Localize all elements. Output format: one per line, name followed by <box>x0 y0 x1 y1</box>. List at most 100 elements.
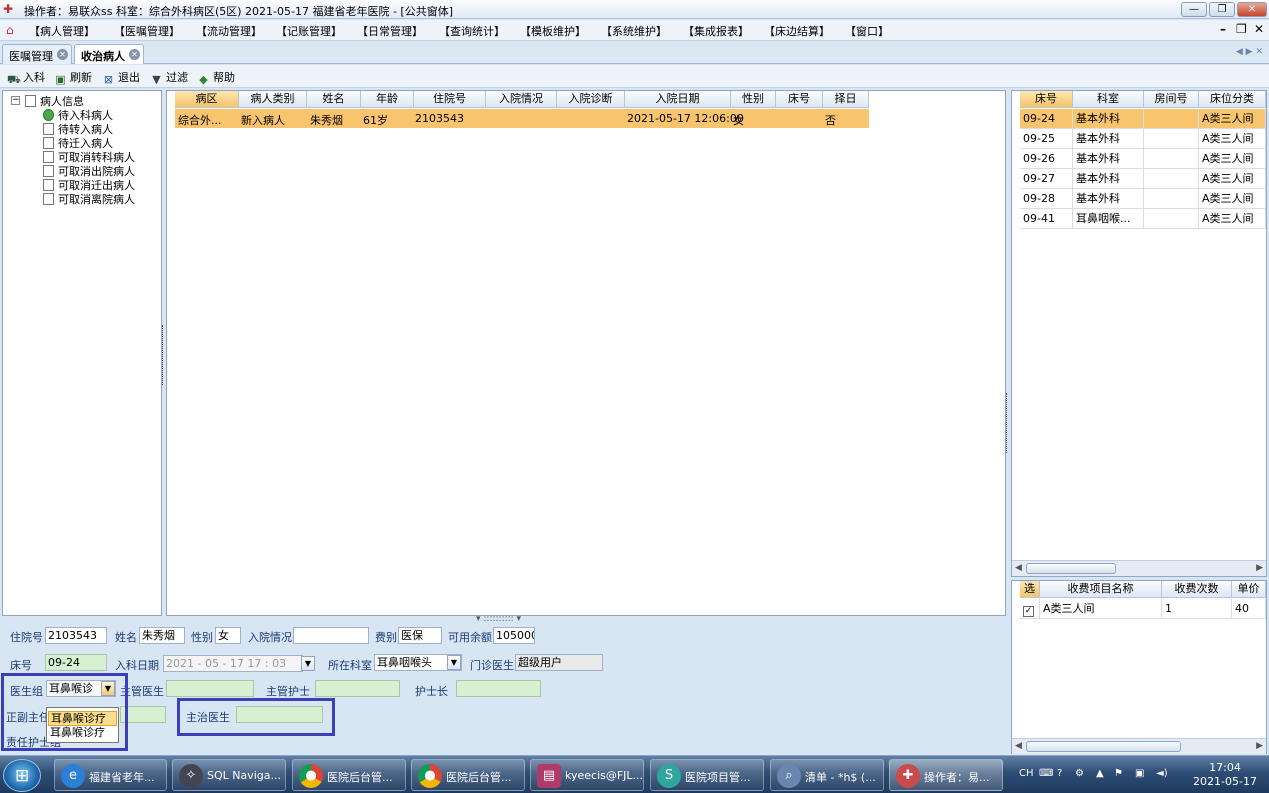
cell-bed-no[interactable]: 09-27 <box>1020 169 1073 189</box>
right-splitter[interactable] <box>1006 393 1010 453</box>
tab-close-icon[interactable]: ✕ <box>57 49 68 60</box>
cell-dept[interactable]: 基本外科 <box>1073 129 1144 149</box>
column-header[interactable]: 收费项目名称 <box>1040 581 1162 598</box>
start-button[interactable]: ⊞ <box>3 759 41 792</box>
column-header[interactable]: 床位分类 <box>1199 91 1266 108</box>
cell-room[interactable] <box>1144 109 1199 129</box>
cell-bed-class[interactable]: A类三人间 <box>1199 109 1266 129</box>
column-header[interactable]: 入院日期 <box>625 91 731 108</box>
fee-grid-hscrollbar[interactable]: ◀ ▶ <box>1012 738 1266 754</box>
scroll-thumb[interactable] <box>1026 741 1181 752</box>
column-header[interactable]: 住院号 <box>414 91 486 108</box>
scroll-right-icon[interactable]: ▶ <box>1256 563 1263 573</box>
keyboard-icon[interactable]: ⌨ <box>1039 768 1053 779</box>
column-header[interactable]: 入院诊断 <box>557 91 625 108</box>
cell-dept[interactable]: 耳鼻咽喉... <box>1073 209 1144 229</box>
admission-status-field[interactable] <box>293 627 369 644</box>
cell-bed-no[interactable]: 09-26 <box>1020 149 1073 169</box>
help-tray-icon[interactable]: ? <box>1057 768 1062 779</box>
column-header[interactable]: 床号 <box>776 91 823 108</box>
taskbar-item[interactable]: ⌕ 清单 - *h$ (... <box>770 759 884 791</box>
tab-admit-patient[interactable]: 收治病人 ✕ <box>74 44 144 64</box>
date-dropdown-icon[interactable]: ▼ <box>301 656 315 671</box>
bed-grid-hscrollbar[interactable]: ◀ ▶ <box>1012 560 1266 576</box>
column-header[interactable]: 性别 <box>731 91 776 108</box>
menu-daily[interactable]: 【日常管理】 <box>357 23 423 39</box>
menu-template[interactable]: 【模板维护】 <box>520 23 586 39</box>
scroll-left-icon[interactable]: ◀ <box>1015 741 1022 751</box>
admit-date-field[interactable]: 2021 - 05 - 17 17 : 03 <box>163 655 303 672</box>
column-header[interactable]: 选 <box>1020 581 1040 598</box>
column-header[interactable]: 病人类别 <box>239 91 307 108</box>
clock[interactable]: 17:04 2021-05-17 <box>1185 761 1265 789</box>
menu-bedside-settle[interactable]: 【床边结算】 <box>764 23 830 39</box>
cell-bed-class[interactable]: A类三人间 <box>1199 129 1266 149</box>
cell-bed-no[interactable]: 09-41 <box>1020 209 1073 229</box>
inpatient-no-field[interactable]: 2103543 <box>45 627 107 644</box>
filter-button[interactable]: ▼ 过滤 <box>150 69 188 86</box>
column-header[interactable]: 入院情况 <box>486 91 557 108</box>
menu-accounting[interactable]: 【记账管理】 <box>276 23 342 39</box>
dropdown-option[interactable]: 耳鼻喉诊疗 <box>48 711 117 726</box>
cell-room[interactable] <box>1144 149 1199 169</box>
ime-indicator[interactable]: CH <box>1019 768 1034 779</box>
menu-window[interactable]: 【窗口】 <box>845 23 889 39</box>
cell-bed-no[interactable]: 09-25 <box>1020 129 1073 149</box>
restore-button[interactable]: ❐ <box>1209 2 1235 17</box>
cell-room[interactable] <box>1144 189 1199 209</box>
column-header[interactable]: 年龄 <box>361 91 414 108</box>
cell-dept[interactable]: 基本外科 <box>1073 189 1144 209</box>
admit-button[interactable]: ⛟ 入科 <box>7 69 45 86</box>
column-header[interactable]: 科室 <box>1073 91 1144 108</box>
flag-icon[interactable]: ⚑ <box>1114 768 1123 779</box>
tab-orders[interactable]: 医嘱管理 ✕ <box>2 44 72 64</box>
clinic-doctor-field[interactable]: 超级用户 <box>515 654 603 671</box>
gender-field[interactable]: 女 <box>215 627 241 644</box>
column-header[interactable]: 择日 <box>823 91 869 108</box>
mdi-restore-button[interactable]: ❐ <box>1236 22 1247 36</box>
menu-orders[interactable]: 【医嘱管理】 <box>114 23 180 39</box>
cell-bed-no[interactable]: 09-28 <box>1020 189 1073 209</box>
cell-fee-count[interactable]: 1 <box>1162 599 1232 619</box>
column-header[interactable]: 床号 <box>1020 91 1073 108</box>
column-header[interactable]: 病区 <box>175 91 239 108</box>
chief-nurse-field[interactable] <box>315 680 400 697</box>
menu-flow[interactable]: 【流动管理】 <box>196 23 262 39</box>
scroll-left-icon[interactable]: ◀ <box>1015 563 1022 573</box>
cell-bed-class[interactable]: A类三人间 <box>1199 209 1266 229</box>
chief-doctor-field[interactable] <box>166 680 254 697</box>
taskbar-item[interactable]: ● 医院后台管... <box>292 759 406 791</box>
taskbar-item[interactable]: S 医院项目管... <box>650 759 764 791</box>
column-header[interactable]: 房间号 <box>1144 91 1199 108</box>
minimize-button[interactable]: — <box>1181 2 1207 17</box>
table-row[interactable]: 综合外... 新入病人 朱秀烟 61岁 2103543 2021-05-17 1… <box>175 109 869 128</box>
tree-item-cancel-leave[interactable]: 可取消离院病人 <box>43 191 135 207</box>
menu-reports[interactable]: 【集成报表】 <box>683 23 749 39</box>
column-header[interactable]: 姓名 <box>307 91 361 108</box>
name-field[interactable]: 朱秀烟 <box>139 627 185 644</box>
cell-bed-class[interactable]: A类三人间 <box>1199 149 1266 169</box>
cell-bed-class[interactable]: A类三人间 <box>1199 169 1266 189</box>
taskbar-item[interactable]: ✚ 操作者：易... <box>889 759 1003 791</box>
cell-room[interactable] <box>1144 129 1199 149</box>
taskbar-item[interactable]: ✧ SQL Naviga... <box>172 759 286 791</box>
cell-room[interactable] <box>1144 169 1199 189</box>
cell-fee-name[interactable]: A类三人间 <box>1040 599 1162 619</box>
cell-dept[interactable]: 基本外科 <box>1073 169 1144 189</box>
settings-tray-icon[interactable]: ⚙ <box>1075 768 1084 779</box>
cell-room[interactable] <box>1144 209 1199 229</box>
tab-nav-arrows-icon[interactable]: ◀ ▶ ✕ <box>1236 47 1263 57</box>
menu-system[interactable]: 【系统维护】 <box>601 23 667 39</box>
show-hidden-icons-icon[interactable]: ▲ <box>1096 768 1104 779</box>
mdi-close-button[interactable]: ✕ <box>1254 22 1264 36</box>
balance-field[interactable]: 105000 <box>493 627 535 644</box>
column-header[interactable]: 收费次数 <box>1162 581 1232 598</box>
mdi-minimize-button[interactable]: – <box>1220 22 1226 36</box>
taskbar-item[interactable]: ● 医院后台管... <box>411 759 525 791</box>
fee-type-field[interactable]: 医保 <box>398 627 442 644</box>
network-icon[interactable]: ▣ <box>1135 768 1144 779</box>
cell-fee-price[interactable]: 40 <box>1232 599 1266 619</box>
close-button[interactable]: ✕ <box>1237 2 1267 17</box>
cell-bed-no[interactable]: 09-24 <box>1020 109 1073 129</box>
cell-bed-class[interactable]: A类三人间 <box>1199 189 1266 209</box>
